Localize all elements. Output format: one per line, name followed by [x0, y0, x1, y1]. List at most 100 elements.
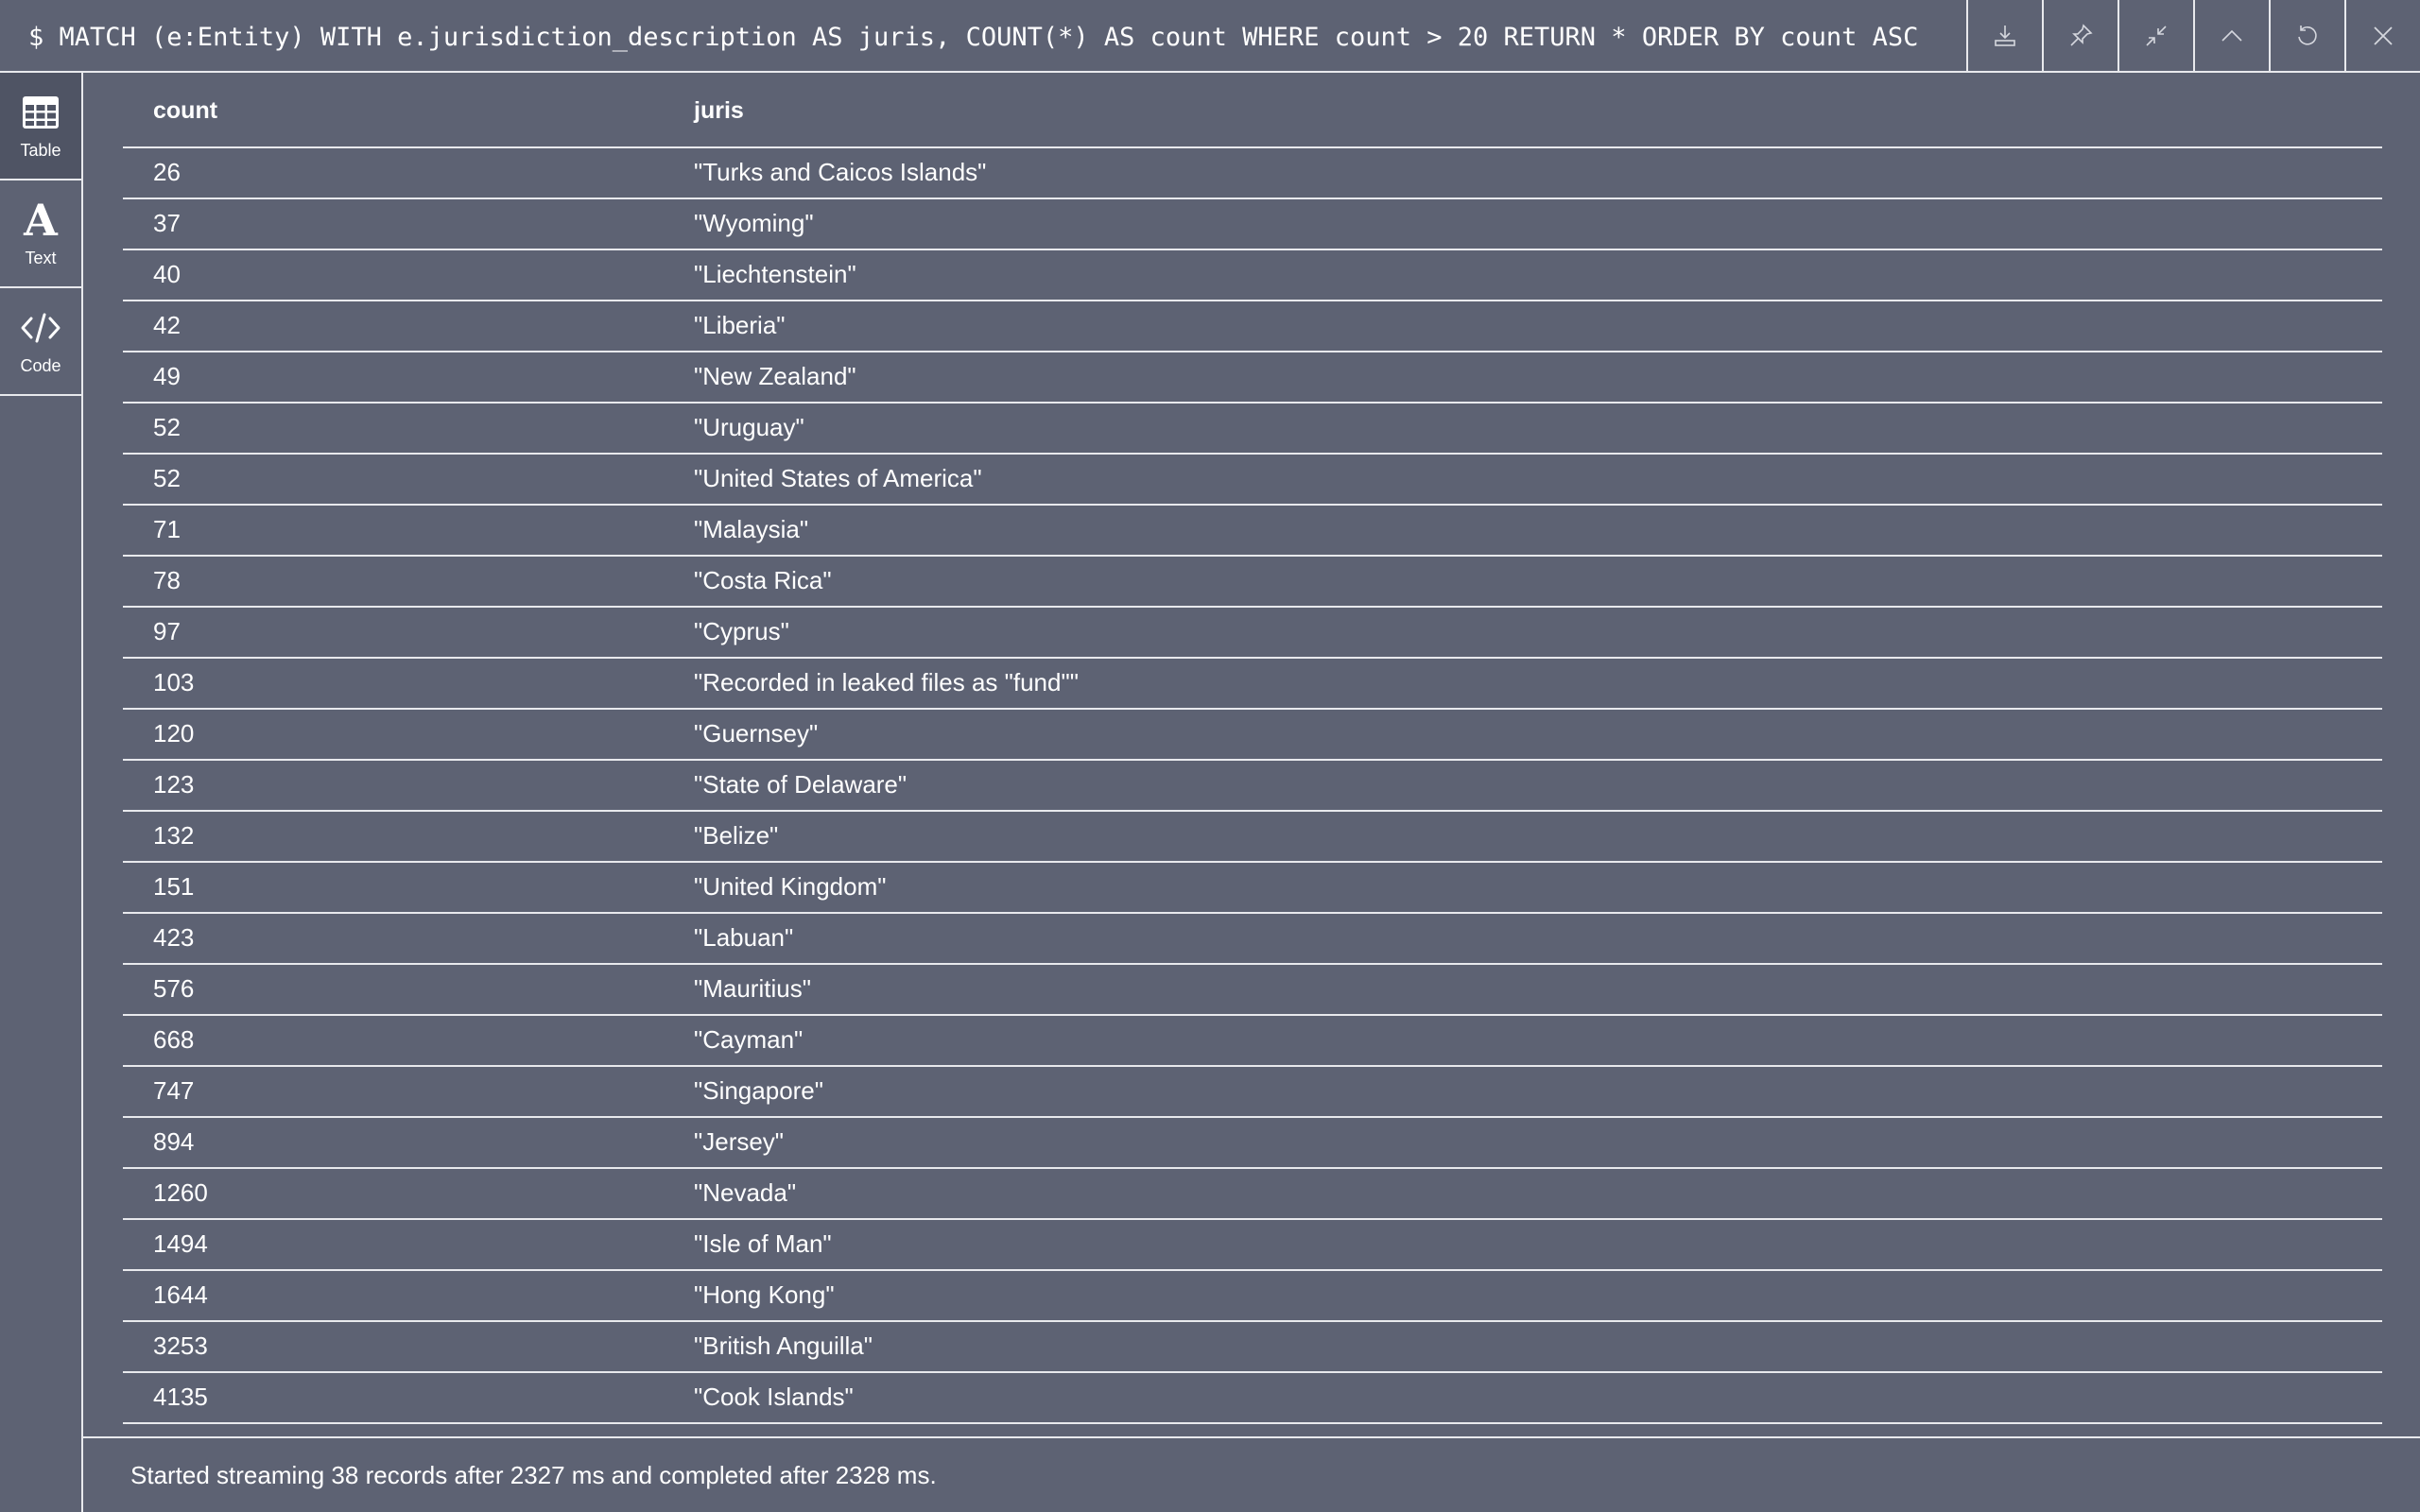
- cell-juris: "Hong Kong": [694, 1280, 835, 1309]
- status-bar: Started streaming 38 records after 2327 …: [83, 1436, 2420, 1512]
- table-row: 1644 "Hong Kong": [123, 1271, 2382, 1322]
- table-row: 151 "United Kingdom": [123, 863, 2382, 914]
- result-frame: $ MATCH (e:Entity) WITH e.jurisdiction_d…: [0, 0, 2420, 1512]
- cell-count: 151: [153, 872, 195, 901]
- cell-juris: "Liechtenstein": [694, 260, 856, 288]
- table-row: 37 "Wyoming": [123, 199, 2382, 250]
- cell-count: 894: [153, 1127, 195, 1156]
- cell-count: 1494: [153, 1229, 208, 1258]
- cell-juris: "Belize": [694, 821, 779, 850]
- table-header: count juris: [123, 73, 2382, 148]
- text-icon: A: [24, 194, 58, 246]
- tab-table[interactable]: Table: [0, 73, 81, 180]
- code-icon: [20, 307, 61, 349]
- table-row: 49 "New Zealand": [123, 352, 2382, 404]
- table-body: 26 "Turks and Caicos Islands" 37 "Wyoming" 4…: [123, 148, 2382, 1424]
- cell-juris: "Singapore": [694, 1076, 823, 1105]
- table-row: 52 "Uruguay": [123, 404, 2382, 455]
- cell-juris: "Recorded in leaked files as "fund"": [694, 668, 1079, 696]
- table-row: 120 "Guernsey": [123, 710, 2382, 761]
- cell-juris: "Malaysia": [694, 515, 809, 543]
- frame-header: $ MATCH (e:Entity) WITH e.jurisdiction_d…: [0, 0, 2420, 73]
- tab-code[interactable]: Code: [0, 288, 81, 396]
- cell-juris: "Isle of Man": [694, 1229, 832, 1258]
- table-row: 576 "Mauritius": [123, 965, 2382, 1016]
- cell-count: 52: [153, 413, 181, 441]
- table-row: 42 "Liberia": [123, 301, 2382, 352]
- cell-count: 423: [153, 923, 195, 952]
- table-row: 40 "Liechtenstein": [123, 250, 2382, 301]
- refresh-icon: [2298, 25, 2317, 45]
- collapse-icon: [2146, 25, 2167, 46]
- table-row: 78 "Costa Rica": [123, 557, 2382, 608]
- cell-juris: "Cayman": [694, 1025, 804, 1054]
- cell-count: 97: [153, 617, 181, 645]
- table-row: 1260 "Nevada": [123, 1169, 2382, 1220]
- cell-juris: "Cook Islands": [694, 1383, 854, 1411]
- tab-text-label: Text: [25, 248, 57, 267]
- cell-count: 49: [153, 362, 181, 390]
- scroll-up-button[interactable]: [2193, 0, 2269, 71]
- table-row: 103 "Recorded in leaked files as "fund"": [123, 659, 2382, 710]
- frame-toolbar: [1966, 0, 2420, 71]
- cell-juris: "Turks and Caicos Islands": [694, 158, 987, 186]
- table-row: 668 "Cayman": [123, 1016, 2382, 1067]
- pin-icon: [2070, 23, 2093, 46]
- cell-juris: "British Anguilla": [694, 1332, 873, 1360]
- table-row: 4135 "Cook Islands": [123, 1373, 2382, 1424]
- column-header-juris[interactable]: juris: [694, 97, 744, 125]
- cell-juris: "Wyoming": [694, 209, 814, 237]
- column-header-count[interactable]: count: [153, 97, 217, 125]
- cell-juris: "State of Delaware": [694, 770, 908, 799]
- cell-count: 40: [153, 260, 181, 288]
- download-icon: [1995, 25, 2015, 46]
- cell-count: 747: [153, 1076, 195, 1105]
- tab-text[interactable]: A Text: [0, 180, 81, 288]
- cell-juris: "Uruguay": [694, 413, 804, 441]
- tab-table-label: Table: [20, 140, 61, 160]
- cell-count: 576: [153, 974, 195, 1003]
- rerun-button[interactable]: [2269, 0, 2344, 71]
- table-row: 3253 "British Anguilla": [123, 1322, 2382, 1373]
- cell-juris: "United States of America": [694, 464, 982, 492]
- cell-juris: "Costa Rica": [694, 566, 832, 594]
- cell-juris: "Guernsey": [694, 719, 819, 747]
- view-sidebar: Table A Text Code: [0, 73, 83, 1512]
- collapse-button[interactable]: [2118, 0, 2193, 71]
- cell-count: 120: [153, 719, 195, 747]
- cell-count: 78: [153, 566, 181, 594]
- cell-count: 37: [153, 209, 181, 237]
- cell-juris: "Nevada": [694, 1178, 797, 1207]
- table-row: 52 "United States of America": [123, 455, 2382, 506]
- cell-juris: "Liberia": [694, 311, 786, 339]
- table-row: 97 "Cyprus": [123, 608, 2382, 659]
- cell-juris: "United Kingdom": [694, 872, 887, 901]
- status-text: Started streaming 38 records after 2327 …: [130, 1461, 937, 1489]
- results-table: count juris 26 "Turks and Caicos Islands"…: [123, 73, 2382, 1424]
- table-row: 423 "Labuan": [123, 914, 2382, 965]
- cell-juris: "New Zealand": [694, 362, 856, 390]
- cell-juris: "Mauritius": [694, 974, 811, 1003]
- cell-count: 4135: [153, 1383, 208, 1411]
- cell-count: 26: [153, 158, 181, 186]
- pin-button[interactable]: [2042, 0, 2118, 71]
- cell-count: 132: [153, 821, 195, 850]
- close-button[interactable]: [2344, 0, 2420, 71]
- cell-count: 71: [153, 515, 181, 543]
- cell-count: 103: [153, 668, 195, 696]
- query-text[interactable]: $ MATCH (e:Entity) WITH e.jurisdiction_d…: [28, 21, 1918, 55]
- table-row: 1494 "Isle of Man": [123, 1220, 2382, 1271]
- cell-count: 42: [153, 311, 181, 339]
- tab-code-label: Code: [20, 355, 61, 375]
- cell-juris: "Cyprus": [694, 617, 789, 645]
- table-row: 894 "Jersey": [123, 1118, 2382, 1169]
- cell-count: 1260: [153, 1178, 208, 1207]
- cell-count: 1644: [153, 1280, 208, 1309]
- table-row: 123 "State of Delaware": [123, 761, 2382, 812]
- table-row: 132 "Belize": [123, 812, 2382, 863]
- download-button[interactable]: [1966, 0, 2042, 71]
- cell-count: 3253: [153, 1332, 208, 1360]
- table-row: 26 "Turks and Caicos Islands": [123, 148, 2382, 199]
- chevron-up-icon: [2221, 29, 2242, 42]
- cell-juris: "Labuan": [694, 923, 794, 952]
